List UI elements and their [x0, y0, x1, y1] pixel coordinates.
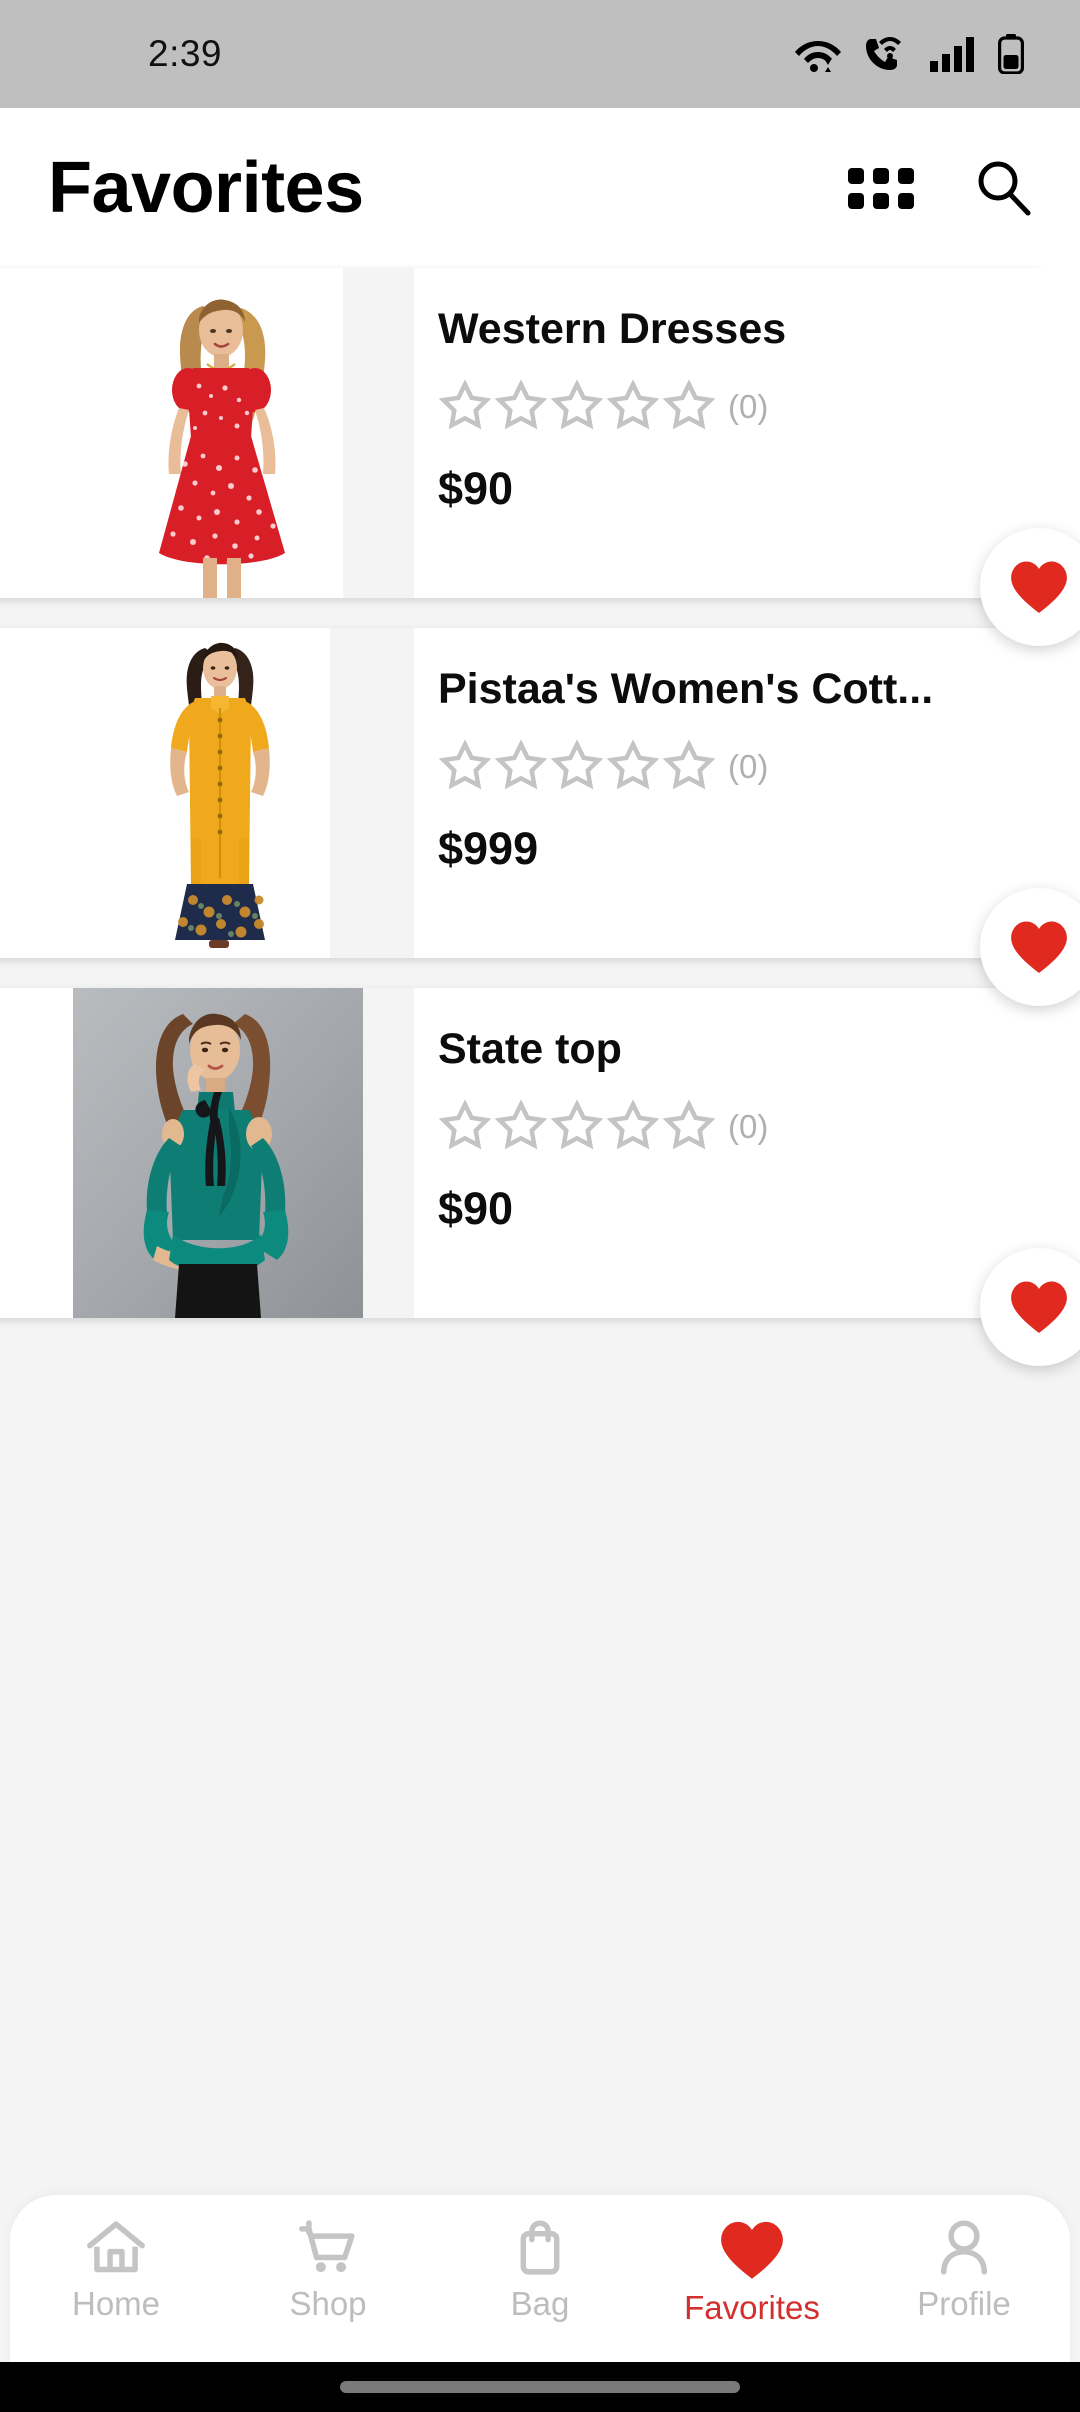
shopping-bag-icon: [509, 2219, 571, 2277]
grid-dot: [848, 192, 864, 209]
shopping-cart-icon: [297, 2219, 359, 2277]
nav-label: Home: [71, 2285, 161, 2322]
search-icon[interactable]: [972, 157, 1034, 219]
nav-item-shop[interactable]: Shop: [238, 2219, 418, 2320]
star-rating: [438, 1099, 716, 1153]
vowifi-call-icon: [864, 35, 908, 73]
app-screen: 2:39 Favorites Western Dresses (0) $90 P…: [0, 0, 1080, 2412]
person-icon: [933, 2219, 995, 2277]
product-title: Western Dresses: [438, 306, 787, 353]
home-indicator[interactable]: [340, 2381, 740, 2393]
nav-label: Favorites: [684, 2289, 820, 2326]
star-icon: [438, 1099, 492, 1153]
product-thumbnail: [109, 628, 330, 958]
grid-dot: [898, 192, 914, 209]
bottom-navigation-bar: Home Shop Bag Favorites Profile: [10, 2195, 1070, 2362]
product-thumbnail: [73, 988, 363, 1318]
product-image-western-dresses: [95, 268, 343, 598]
heart-icon: [1011, 1281, 1067, 1333]
star-icon: [550, 379, 604, 433]
home-icon: [85, 2219, 147, 2277]
product-title: Pistaa's Women's Cott...: [438, 666, 934, 713]
product-image-pistaa-kurta: [109, 628, 330, 958]
grid-dot: [898, 167, 914, 184]
status-bar-icons: [794, 34, 1024, 74]
product-image-state-top: [73, 988, 363, 1318]
heart-icon: [1011, 561, 1067, 613]
header-actions: [848, 157, 1034, 219]
star-icon: [550, 1099, 604, 1153]
product-card[interactable]: State top (0) $90: [0, 988, 1080, 1366]
nav-item-bag[interactable]: Bag: [450, 2219, 630, 2320]
review-count: (0): [728, 387, 769, 425]
star-icon: [494, 1099, 548, 1153]
product-details: Western Dresses (0) $90: [414, 268, 1080, 598]
thumb-gap: [330, 628, 414, 958]
grid-dot: [848, 167, 864, 184]
star-icon: [550, 739, 604, 793]
grid-menu-icon[interactable]: [848, 167, 914, 209]
nav-item-profile[interactable]: Profile: [874, 2219, 1054, 2320]
wifi-icon: [794, 35, 842, 73]
app-header: Favorites: [0, 108, 1080, 268]
star-icon: [662, 379, 716, 433]
nav-label: Shop: [289, 2285, 367, 2322]
star-icon: [606, 739, 660, 793]
star-icon: [662, 739, 716, 793]
star-rating: [438, 379, 716, 433]
grid-dot: [873, 167, 889, 184]
page-title: Favorites: [48, 148, 364, 228]
star-icon: [494, 379, 548, 433]
star-icon: [662, 1099, 716, 1153]
star-rating: [438, 739, 716, 793]
nav-label: Bag: [510, 2285, 570, 2322]
nav-item-home[interactable]: Home: [26, 2219, 206, 2320]
status-bar: 2:39: [0, 0, 1080, 108]
system-gesture-area: [0, 2362, 1080, 2412]
star-icon: [606, 379, 660, 433]
cellular-signal-icon: [930, 36, 976, 72]
product-rating: (0): [438, 379, 1080, 433]
favorite-toggle-button[interactable]: [980, 1248, 1080, 1366]
star-icon: [438, 379, 492, 433]
product-card[interactable]: Pistaa's Women's Cott... (0) $999: [0, 628, 1080, 1006]
product-price: $90: [438, 463, 514, 515]
heart-icon: [717, 2219, 787, 2281]
nav-label: Profile: [917, 2285, 1011, 2322]
favorites-list: Western Dresses (0) $90 Pistaa's Women's…: [0, 268, 1080, 1366]
product-rating: (0): [438, 739, 1080, 793]
status-bar-clock: 2:39: [148, 33, 223, 74]
product-details: Pistaa's Women's Cott... (0) $999: [414, 628, 1080, 958]
product-price: $90: [438, 1183, 514, 1235]
star-icon: [494, 739, 548, 793]
star-icon: [438, 739, 492, 793]
thumb-gap: [343, 268, 414, 598]
product-rating: (0): [438, 1099, 1080, 1153]
review-count: (0): [728, 1107, 769, 1145]
grid-dot: [873, 192, 889, 209]
product-card[interactable]: Western Dresses (0) $90: [0, 268, 1080, 646]
nav-item-favorites[interactable]: Favorites: [662, 2219, 842, 2324]
product-details: State top (0) $90: [414, 988, 1080, 1318]
star-icon: [606, 1099, 660, 1153]
review-count: (0): [728, 747, 769, 785]
battery-icon: [998, 34, 1024, 74]
product-title: State top: [438, 1026, 622, 1073]
thumb-gap: [363, 988, 414, 1318]
heart-icon: [1011, 921, 1067, 973]
product-thumbnail: [95, 268, 343, 598]
product-price: $999: [438, 823, 539, 875]
